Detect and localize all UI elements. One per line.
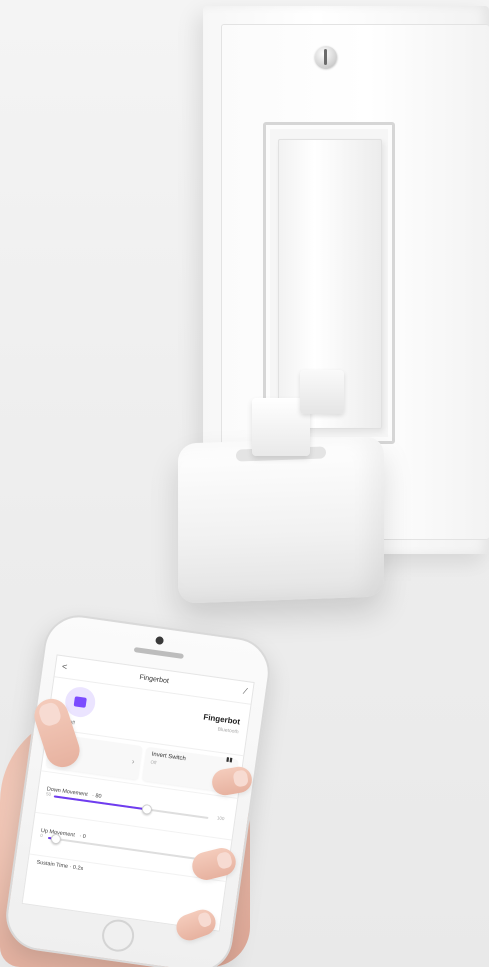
chevron-right-icon: ›	[131, 756, 136, 767]
device-glyph	[73, 696, 87, 708]
edit-icon[interactable]: ∕	[244, 686, 247, 696]
down-movement-thumb[interactable]	[140, 803, 153, 815]
camera-icon	[155, 635, 165, 646]
sustain-time-value: 0.2s	[72, 864, 84, 873]
battery-icon: ▮▮	[225, 756, 233, 764]
fingerbot-arm-tip	[300, 370, 344, 414]
sustain-time-label: Sustain Time	[36, 859, 69, 870]
down-movement-min: 50	[45, 791, 52, 797]
up-movement-thumb[interactable]	[50, 833, 62, 845]
fingerbot-device	[178, 436, 384, 604]
thumb-nail	[36, 700, 63, 728]
device-name: Fingerbot	[202, 712, 241, 727]
device-type: Bluetooth	[217, 726, 239, 736]
ring-nail	[196, 911, 213, 929]
down-movement-max: 100	[216, 815, 225, 822]
home-button[interactable]	[100, 917, 137, 954]
up-movement-track[interactable]	[47, 833, 203, 861]
middle-nail	[215, 850, 234, 870]
product-photo: < Fingerbot ∕ Off Fingerbot Bluetooth Mo…	[0, 0, 489, 967]
app-title: Fingerbot	[138, 674, 170, 686]
index-nail	[232, 769, 249, 788]
screw-icon	[315, 46, 337, 68]
back-arrow-icon[interactable]: <	[61, 661, 68, 672]
down-movement-value: 80	[94, 793, 102, 800]
speaker-grille	[133, 647, 184, 659]
down-movement-track[interactable]	[53, 795, 209, 820]
up-movement-value: 0	[82, 833, 87, 841]
up-movement-min: 0	[39, 832, 44, 839]
